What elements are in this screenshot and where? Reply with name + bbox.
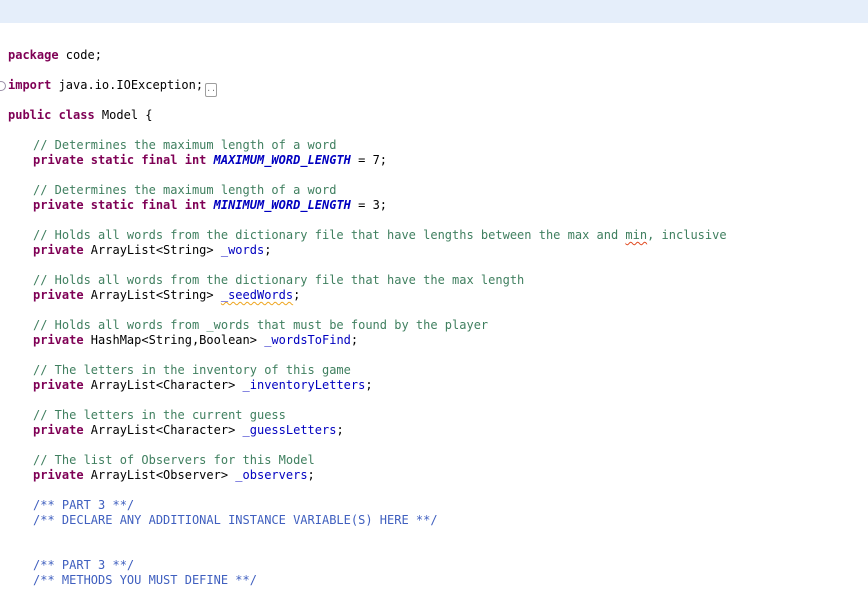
code-token: // Holds all words from the dictionary f… — [33, 273, 525, 287]
code-token: private — [33, 468, 84, 482]
code-line[interactable] — [8, 93, 868, 108]
code-token: /** PART 3 **/ — [33, 558, 135, 572]
code-line[interactable]: private ArrayList<Character> _guessLette… — [8, 423, 868, 438]
code-token: _seedWords — [220, 288, 294, 302]
code-line[interactable]: private HashMap<String,Boolean> _wordsTo… — [8, 333, 868, 348]
code-token: public class — [8, 108, 95, 122]
code-line[interactable]: // Determines the maximum length of a wo… — [8, 138, 868, 153]
code-token: private — [33, 333, 84, 347]
code-token: package — [8, 48, 59, 62]
code-token: // The list of Observers for this Model — [33, 453, 315, 467]
code-line[interactable] — [8, 393, 868, 408]
code-line[interactable]: private static final int MINIMUM_WORD_LE… — [8, 198, 868, 213]
code-line[interactable]: public class Model { — [8, 108, 868, 123]
fold-collapse-marker-icon[interactable] — [0, 81, 6, 91]
code-line[interactable] — [8, 213, 868, 228]
code-line[interactable]: private static final int MAXIMUM_WORD_LE… — [8, 153, 868, 168]
code-line[interactable]: private ArrayList<String> _words; — [8, 243, 868, 258]
code-token: ; — [307, 468, 315, 482]
code-line[interactable]: // Holds all words from _words that must… — [8, 318, 868, 333]
code-line[interactable]: // The letters in the inventory of this … — [8, 363, 868, 378]
code-line[interactable]: // The letters in the current guess — [8, 408, 868, 423]
code-line[interactable]: private ArrayList<String> _seedWords; — [8, 288, 868, 303]
code-line[interactable] — [8, 168, 868, 183]
code-line[interactable]: import java.io.IOException;.. — [0, 78, 868, 97]
code-line[interactable]: // The list of Observers for this Model — [8, 453, 868, 468]
code-line[interactable] — [8, 63, 868, 78]
code-line[interactable]: // Holds all words from the dictionary f… — [8, 228, 868, 243]
code-token: ; — [293, 288, 301, 302]
code-token: import — [8, 78, 52, 92]
code-token: HashMap<String,Boolean> — [83, 333, 265, 347]
code-line[interactable]: /** DECLARE ANY ADDITIONAL INSTANCE VARI… — [8, 513, 868, 528]
code-line[interactable]: package code; — [8, 48, 868, 63]
code-token: private static final int — [33, 153, 207, 167]
code-token: ; — [264, 243, 272, 257]
code-token: Model { — [94, 108, 153, 122]
code-line[interactable]: /** METHODS YOU MUST DEFINE **/ — [8, 573, 868, 588]
code-token: // Holds all words from _words that must… — [33, 318, 489, 332]
code-line[interactable] — [8, 303, 868, 318]
code-token: /** DECLARE ANY ADDITIONAL INSTANCE VARI… — [33, 513, 438, 527]
code-token: ; — [365, 378, 373, 392]
code-line[interactable] — [8, 438, 868, 453]
code-line[interactable] — [8, 123, 868, 138]
code-line[interactable]: /** PART 3 **/ — [8, 498, 868, 513]
code-token: private — [33, 243, 84, 257]
code-token: ArrayList<Character> — [83, 423, 243, 437]
code-line[interactable]: /** PART 3 **/ — [8, 558, 868, 573]
code-token: // The letters in the current guess — [33, 408, 286, 422]
code-line[interactable] — [8, 528, 868, 543]
code-token: code; — [58, 48, 102, 62]
code-line[interactable]: // Holds all words from the dictionary f… — [8, 273, 868, 288]
code-token: ArrayList<Character> — [83, 378, 243, 392]
code-token: ArrayList<Observer> — [83, 468, 236, 482]
code-token: _observers — [235, 468, 308, 482]
code-token: _inventoryLetters — [242, 378, 366, 392]
code-line[interactable] — [8, 348, 868, 363]
code-token: private static final int — [33, 198, 207, 212]
code-token: /** METHODS YOU MUST DEFINE **/ — [33, 573, 257, 587]
code-line[interactable]: // Determines the maximum length of a wo… — [8, 183, 868, 198]
code-line[interactable] — [8, 543, 868, 558]
code-token: // Determines the maximum length of a wo… — [33, 183, 337, 197]
code-token: // Holds all words from the dictionary f… — [33, 228, 626, 242]
code-token: private — [33, 423, 84, 437]
code-token: // Determines the maximum length of a wo… — [33, 138, 337, 152]
code-token: min — [625, 228, 648, 242]
code-token: MAXIMUM_WORD_LENGTH — [213, 153, 351, 167]
code-line[interactable] — [8, 258, 868, 273]
code-token: private — [33, 378, 84, 392]
code-token: _guessLetters — [242, 423, 337, 437]
code-token: java.io.IOException; — [51, 78, 204, 92]
code-line[interactable]: private ArrayList<Observer> _observers; — [8, 468, 868, 483]
code-area[interactable]: package code; import java.io.IOException;… — [0, 48, 868, 588]
code-token: _wordsToFind — [264, 333, 351, 347]
code-token: = 3; — [350, 198, 388, 212]
code-token: ; — [336, 423, 344, 437]
code-token: , inclusive — [647, 228, 727, 242]
code-token: ArrayList<String> — [83, 288, 221, 302]
current-line-highlight — [0, 0, 868, 23]
code-token: /** PART 3 **/ — [33, 498, 135, 512]
code-token: // The letters in the inventory of this … — [33, 363, 351, 377]
code-token: _words — [220, 243, 265, 257]
code-editor[interactable]: package code; import java.io.IOException;… — [0, 0, 868, 587]
code-line[interactable] — [8, 483, 868, 498]
code-token: private — [33, 288, 84, 302]
code-token: = 7; — [350, 153, 388, 167]
code-token: MINIMUM_WORD_LENGTH — [213, 198, 351, 212]
code-token: ArrayList<String> — [83, 243, 221, 257]
code-token: ; — [350, 333, 359, 347]
code-line[interactable]: private ArrayList<Character> _inventoryL… — [8, 378, 868, 393]
